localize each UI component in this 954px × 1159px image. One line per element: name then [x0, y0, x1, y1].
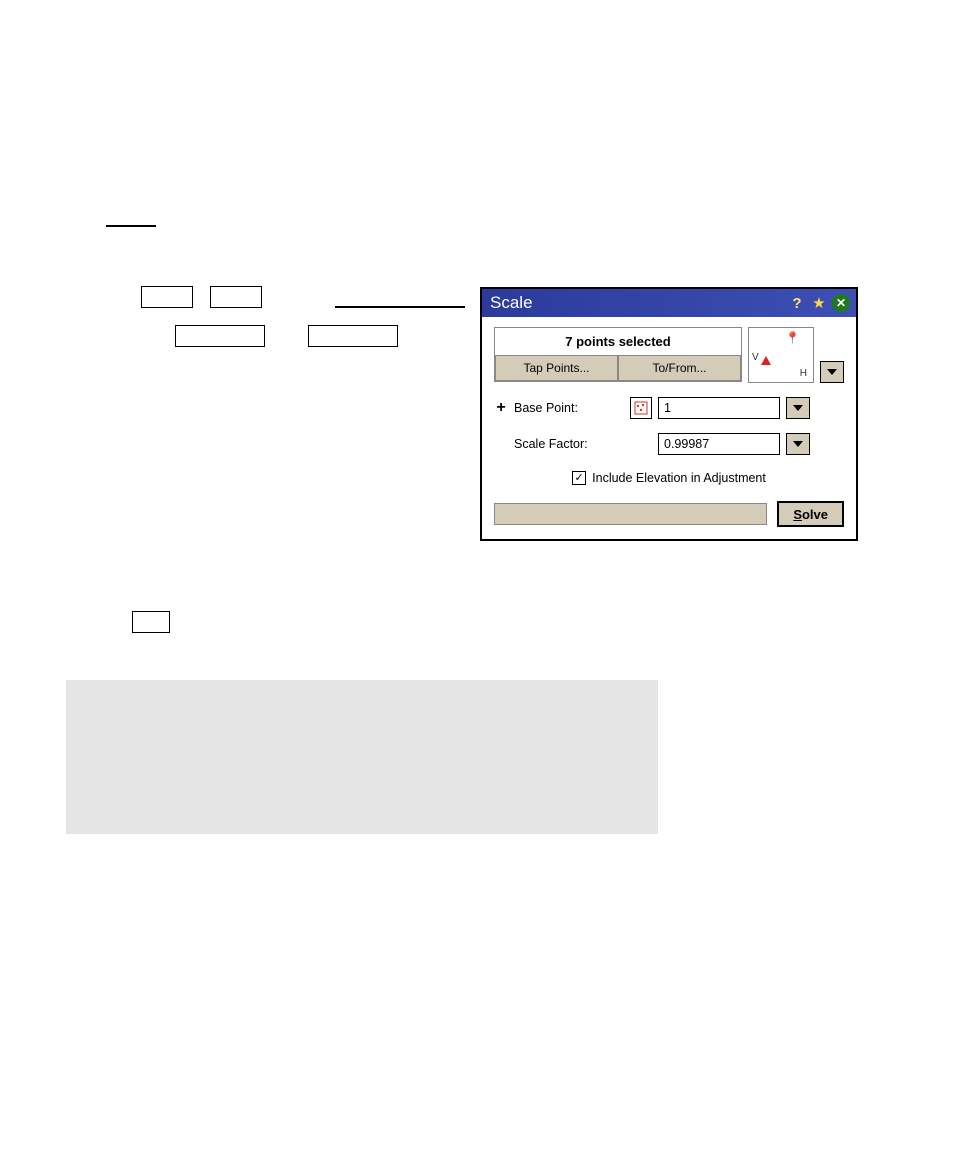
- selection-row: 7 points selected Tap Points... To/From.…: [494, 327, 844, 383]
- decoration-underline: [106, 225, 156, 227]
- selection-panel: 7 points selected Tap Points... To/From.…: [494, 327, 742, 382]
- base-point-row: + Base Point:: [494, 397, 844, 419]
- scale-factor-row: Scale Factor:: [494, 433, 844, 455]
- solve-rest: olve: [802, 507, 828, 522]
- decoration-grey-panel: [66, 680, 658, 834]
- close-icon[interactable]: ✕: [832, 294, 850, 312]
- to-from-button[interactable]: To/From...: [618, 355, 741, 381]
- include-elevation-label: Include Elevation in Adjustment: [592, 471, 766, 485]
- decoration-box: [210, 286, 262, 308]
- base-point-dropdown[interactable]: [786, 397, 810, 419]
- decoration-box: [175, 325, 265, 347]
- favorite-icon[interactable]: ★: [810, 294, 828, 312]
- solve-mnemonic: S: [793, 507, 802, 522]
- axis-h-label: H: [800, 368, 807, 379]
- progress-bar: [494, 503, 767, 525]
- from-map-icon[interactable]: [630, 397, 652, 419]
- scale-factor-input[interactable]: [658, 433, 780, 455]
- base-point-label: Base Point:: [514, 401, 624, 415]
- axis-v-label: V: [752, 352, 759, 363]
- crosshair-icon: +: [494, 399, 508, 417]
- scale-dialog: Scale ? ★ ✕ 7 points selected Tap Points…: [480, 287, 858, 541]
- scale-factor-dropdown[interactable]: [786, 433, 810, 455]
- include-elevation-checkbox[interactable]: ✓: [572, 471, 586, 485]
- tap-points-button[interactable]: Tap Points...: [495, 355, 618, 381]
- preview-dropdown[interactable]: [820, 361, 844, 383]
- decoration-box: [308, 325, 398, 347]
- selection-count-label: 7 points selected: [495, 328, 741, 355]
- help-icon[interactable]: ?: [788, 294, 806, 312]
- bottom-row: Solve: [494, 501, 844, 527]
- decoration-box: [141, 286, 193, 308]
- decoration-box: [132, 611, 170, 633]
- dialog-title: Scale: [490, 293, 788, 313]
- scale-factor-label: Scale Factor:: [514, 437, 624, 451]
- map-preview[interactable]: 📍 V H: [748, 327, 814, 383]
- pushpin-icon: 📍: [785, 331, 800, 345]
- titlebar: Scale ? ★ ✕: [482, 289, 856, 317]
- solve-button[interactable]: Solve: [777, 501, 844, 527]
- decoration-underline: [335, 306, 465, 308]
- base-point-input[interactable]: [658, 397, 780, 419]
- elevation-checkbox-row: ✓ Include Elevation in Adjustment: [494, 471, 844, 485]
- dialog-content: 7 points selected Tap Points... To/From.…: [482, 317, 856, 539]
- marker-triangle-icon: [761, 356, 771, 365]
